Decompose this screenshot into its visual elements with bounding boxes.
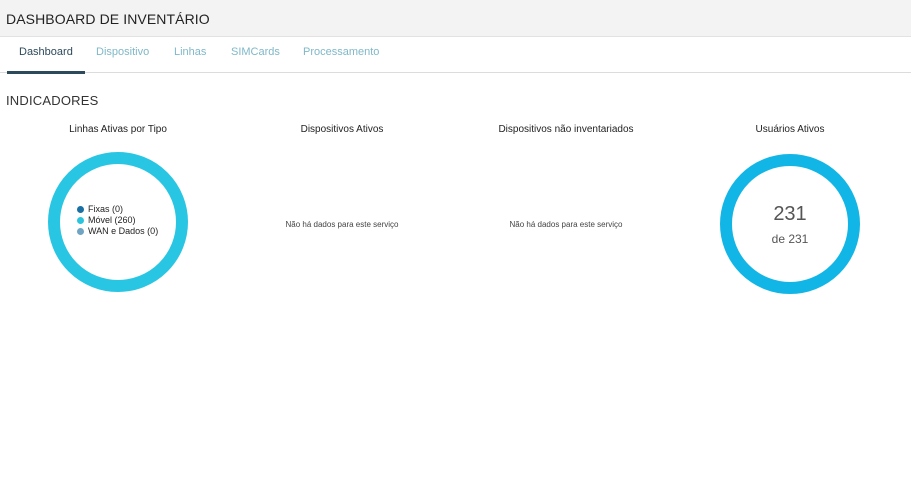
active-tab-indicator (7, 71, 85, 74)
app-window: DASHBOARD DE INVENTÁRIO Dashboard Dispos… (0, 0, 911, 479)
legend-item-fixas[interactable]: Fixas (0) (77, 204, 158, 215)
tab-dashboard-label: Dashboard (19, 46, 73, 58)
legend-label-wan: WAN e Dados (0) (88, 226, 159, 236)
tab-dashboard[interactable]: Dashboard (7, 37, 85, 74)
users-active-count: 231 (773, 203, 807, 225)
tab-bar: Dashboard Dispositivo Linhas SIMCards Pr… (0, 37, 911, 74)
devices-card-title: Dispositivos Ativos (300, 124, 384, 135)
users-card-title: Usuários Ativos (755, 124, 825, 135)
tab-linhas[interactable]: Linhas (174, 37, 206, 73)
top-bar: DASHBOARD DE INVENTÁRIO (0, 0, 911, 37)
legend-dot-movel (77, 217, 84, 224)
uninventoried-card-title: Dispositivos não inventariados (498, 124, 634, 135)
tab-processamento[interactable]: Processamento (303, 37, 379, 73)
legend-item-movel[interactable]: Móvel (260) (77, 215, 158, 226)
lines-card-title: Linhas Ativas por Tipo (69, 124, 167, 135)
users-total-count: de 231 (771, 232, 809, 246)
lines-legend: Fixas (0) Móvel (260) WAN e Dados (0) (77, 204, 158, 237)
devices-empty-message: Não há dados para este serviço (285, 220, 399, 229)
legend-dot-fixas (77, 206, 84, 213)
tab-linhas-label: Linhas (174, 46, 207, 58)
tab-dispositivo-label: Dispositivo (96, 46, 150, 58)
tab-dispositivo[interactable]: Dispositivo (96, 37, 149, 73)
legend-label-movel: Móvel (260) (88, 215, 136, 225)
tab-simcards-label: SIMCards (231, 46, 280, 58)
uninventoried-empty-message: Não há dados para este serviço (509, 220, 623, 229)
legend-dot-wan (77, 228, 84, 235)
section-title: INDICADORES (6, 93, 99, 108)
tab-processamento-label: Processamento (303, 46, 380, 58)
tab-simcards[interactable]: SIMCards (231, 37, 280, 73)
legend-label-fixas: Fixas (0) (88, 204, 124, 214)
page-title: DASHBOARD DE INVENTÁRIO (6, 11, 210, 27)
legend-item-wan[interactable]: WAN e Dados (0) (77, 226, 158, 237)
